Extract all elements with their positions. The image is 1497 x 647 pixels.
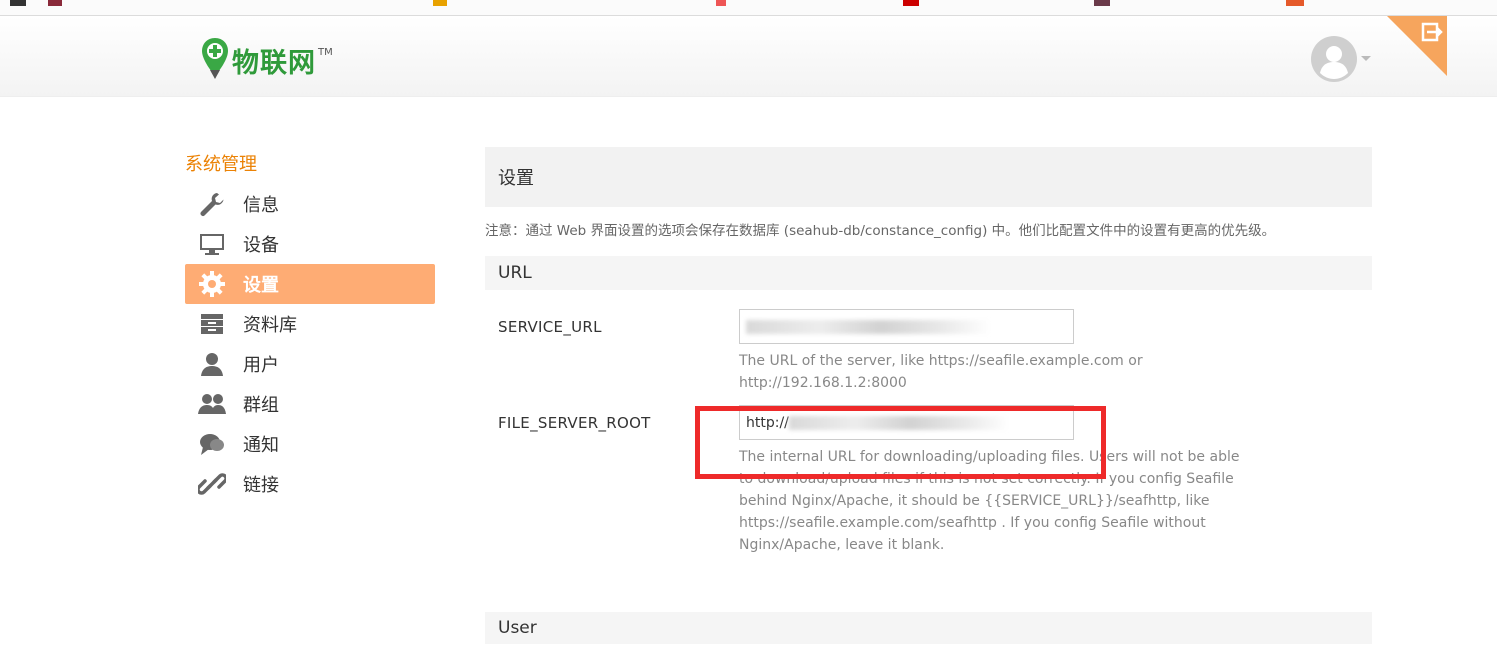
sidebar-item-label: 通知 [243,435,279,456]
logout-corner-icon[interactable] [1387,16,1447,76]
user-icon [197,349,227,379]
top-header: 物联网 TM [0,16,1497,97]
bookmark-icon[interactable] [716,0,726,6]
bookmark-icon[interactable] [1286,0,1304,6]
archive-icon [197,309,227,339]
page-title: 设置 [485,147,1372,207]
link-icon [197,469,227,499]
setting-row-service-url: SERVICE_URL The URL of the server, like … [485,290,1372,408]
setting-help: The internal URL for downloading/uploadi… [739,449,1240,553]
service-url-input[interactable] [739,309,1074,344]
sidebar-item-users[interactable]: 用户 [185,344,435,384]
sidebar-item-info[interactable]: 信息 [185,184,435,224]
sidebar-item-label: 设备 [243,235,279,256]
sidebar-item-libraries[interactable]: 资料库 [185,304,435,344]
wrench-icon [197,189,227,219]
users-icon [197,389,227,419]
sidebar-item-label: 资料库 [243,315,297,336]
chat-icon [197,429,227,459]
sidebar-item-groups[interactable]: 群组 [185,384,435,424]
bookmark-icon[interactable] [48,0,62,6]
bookmark-icon[interactable] [903,0,919,6]
sidebar-item-settings[interactable]: 设置 [185,264,435,304]
settings-panel: 设置 注意：通过 Web 界面设置的选项会保存在数据库 (seahub-db/c… [485,147,1372,608]
sidebar-item-label: 信息 [243,195,279,216]
bookmarks-bar [0,0,1497,16]
section-header-url: URL [485,256,1372,290]
avatar-dropdown-caret-icon[interactable] [1361,56,1371,61]
logo-text: 物联网 [232,48,316,79]
setting-key: SERVICE_URL [498,318,602,336]
section-header-user: User [485,612,1372,644]
sidebar-item-label: 设置 [243,275,279,296]
gear-icon [197,269,227,299]
monitor-icon [197,229,227,259]
bookmark-icon[interactable] [433,0,447,6]
sidebar-title: 系统管理 [185,154,257,175]
pin-logo-icon [202,38,228,79]
sidebar-item-devices[interactable]: 设备 [185,224,435,264]
redacted-value [788,415,1009,430]
sidebar-item-notifications[interactable]: 通知 [185,424,435,464]
setting-row-file-server-root: FILE_SERVER_ROOT http:// The internal UR… [485,405,1372,608]
sidebar-item-label: 链接 [243,475,279,496]
logo-trademark: TM [318,47,333,58]
bookmark-icon[interactable] [1094,0,1110,6]
setting-key: FILE_SERVER_ROOT [498,414,651,432]
sidebar-item-links[interactable]: 链接 [185,464,435,504]
settings-notice: 注意：通过 Web 界面设置的选项会保存在数据库 (seahub-db/cons… [485,223,1276,239]
input-value: http:// [746,414,789,431]
avatar[interactable] [1311,36,1357,82]
redacted-value [746,319,991,334]
sidebar-item-label: 用户 [243,355,279,376]
sidebar-item-label: 群组 [243,395,279,416]
bookmark-icon[interactable] [10,0,26,6]
site-logo[interactable]: 物联网 TM [200,36,333,80]
file-server-root-input[interactable]: http:// [739,405,1074,440]
setting-help: The URL of the server, like https://seaf… [739,353,1143,391]
sidebar-nav: 信息 设备 设置 资料库 用户 群组 通知 链接 [185,184,435,504]
